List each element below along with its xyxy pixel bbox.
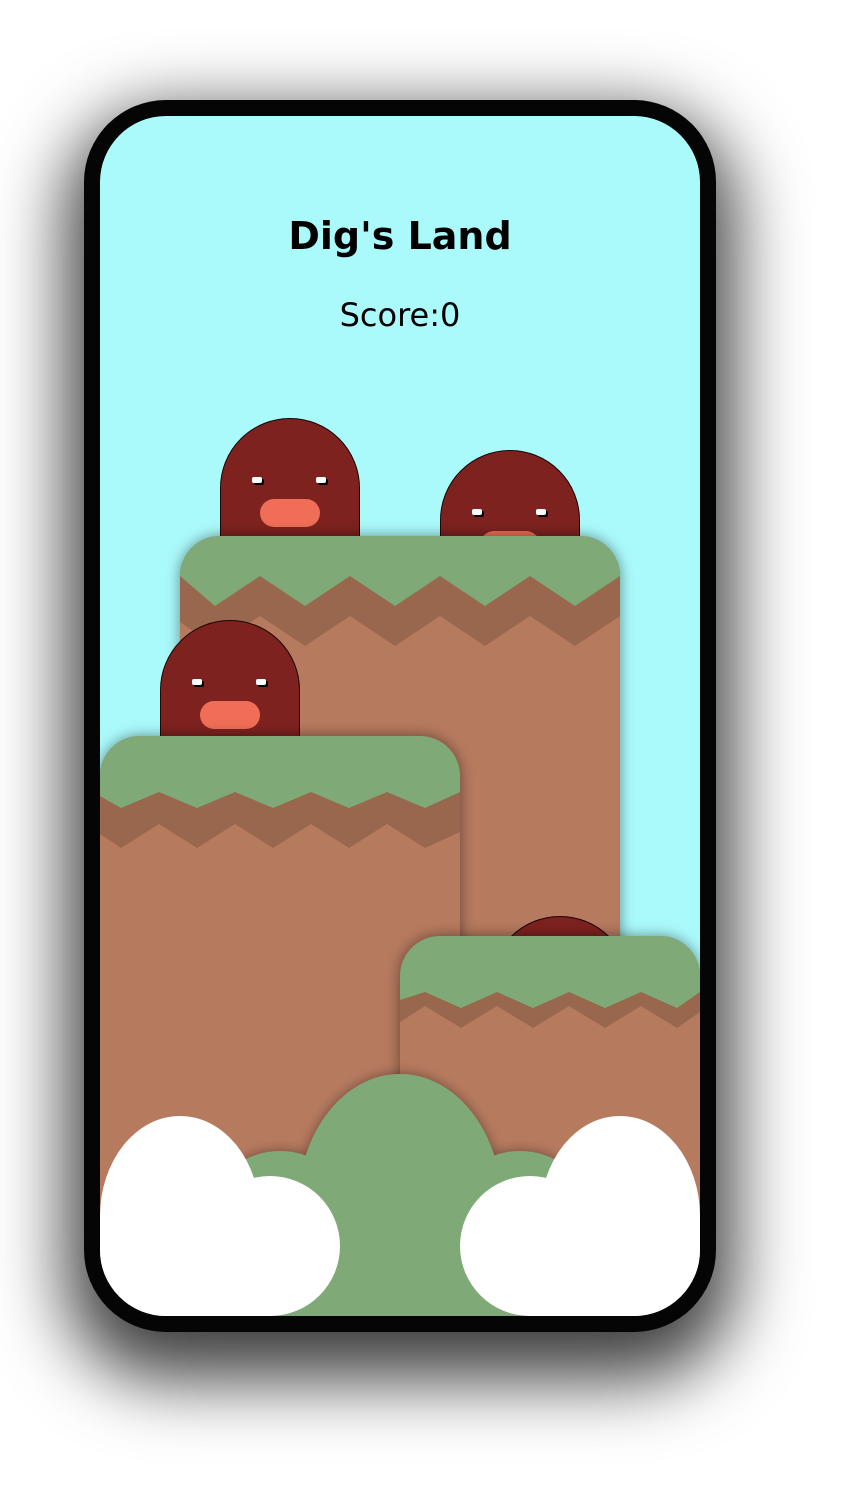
left-cloud [100, 1116, 340, 1316]
right-cloud [460, 1116, 700, 1316]
game-screen: Dig's Land Score:0 [100, 116, 700, 1316]
foreground-scenery [100, 1074, 700, 1316]
